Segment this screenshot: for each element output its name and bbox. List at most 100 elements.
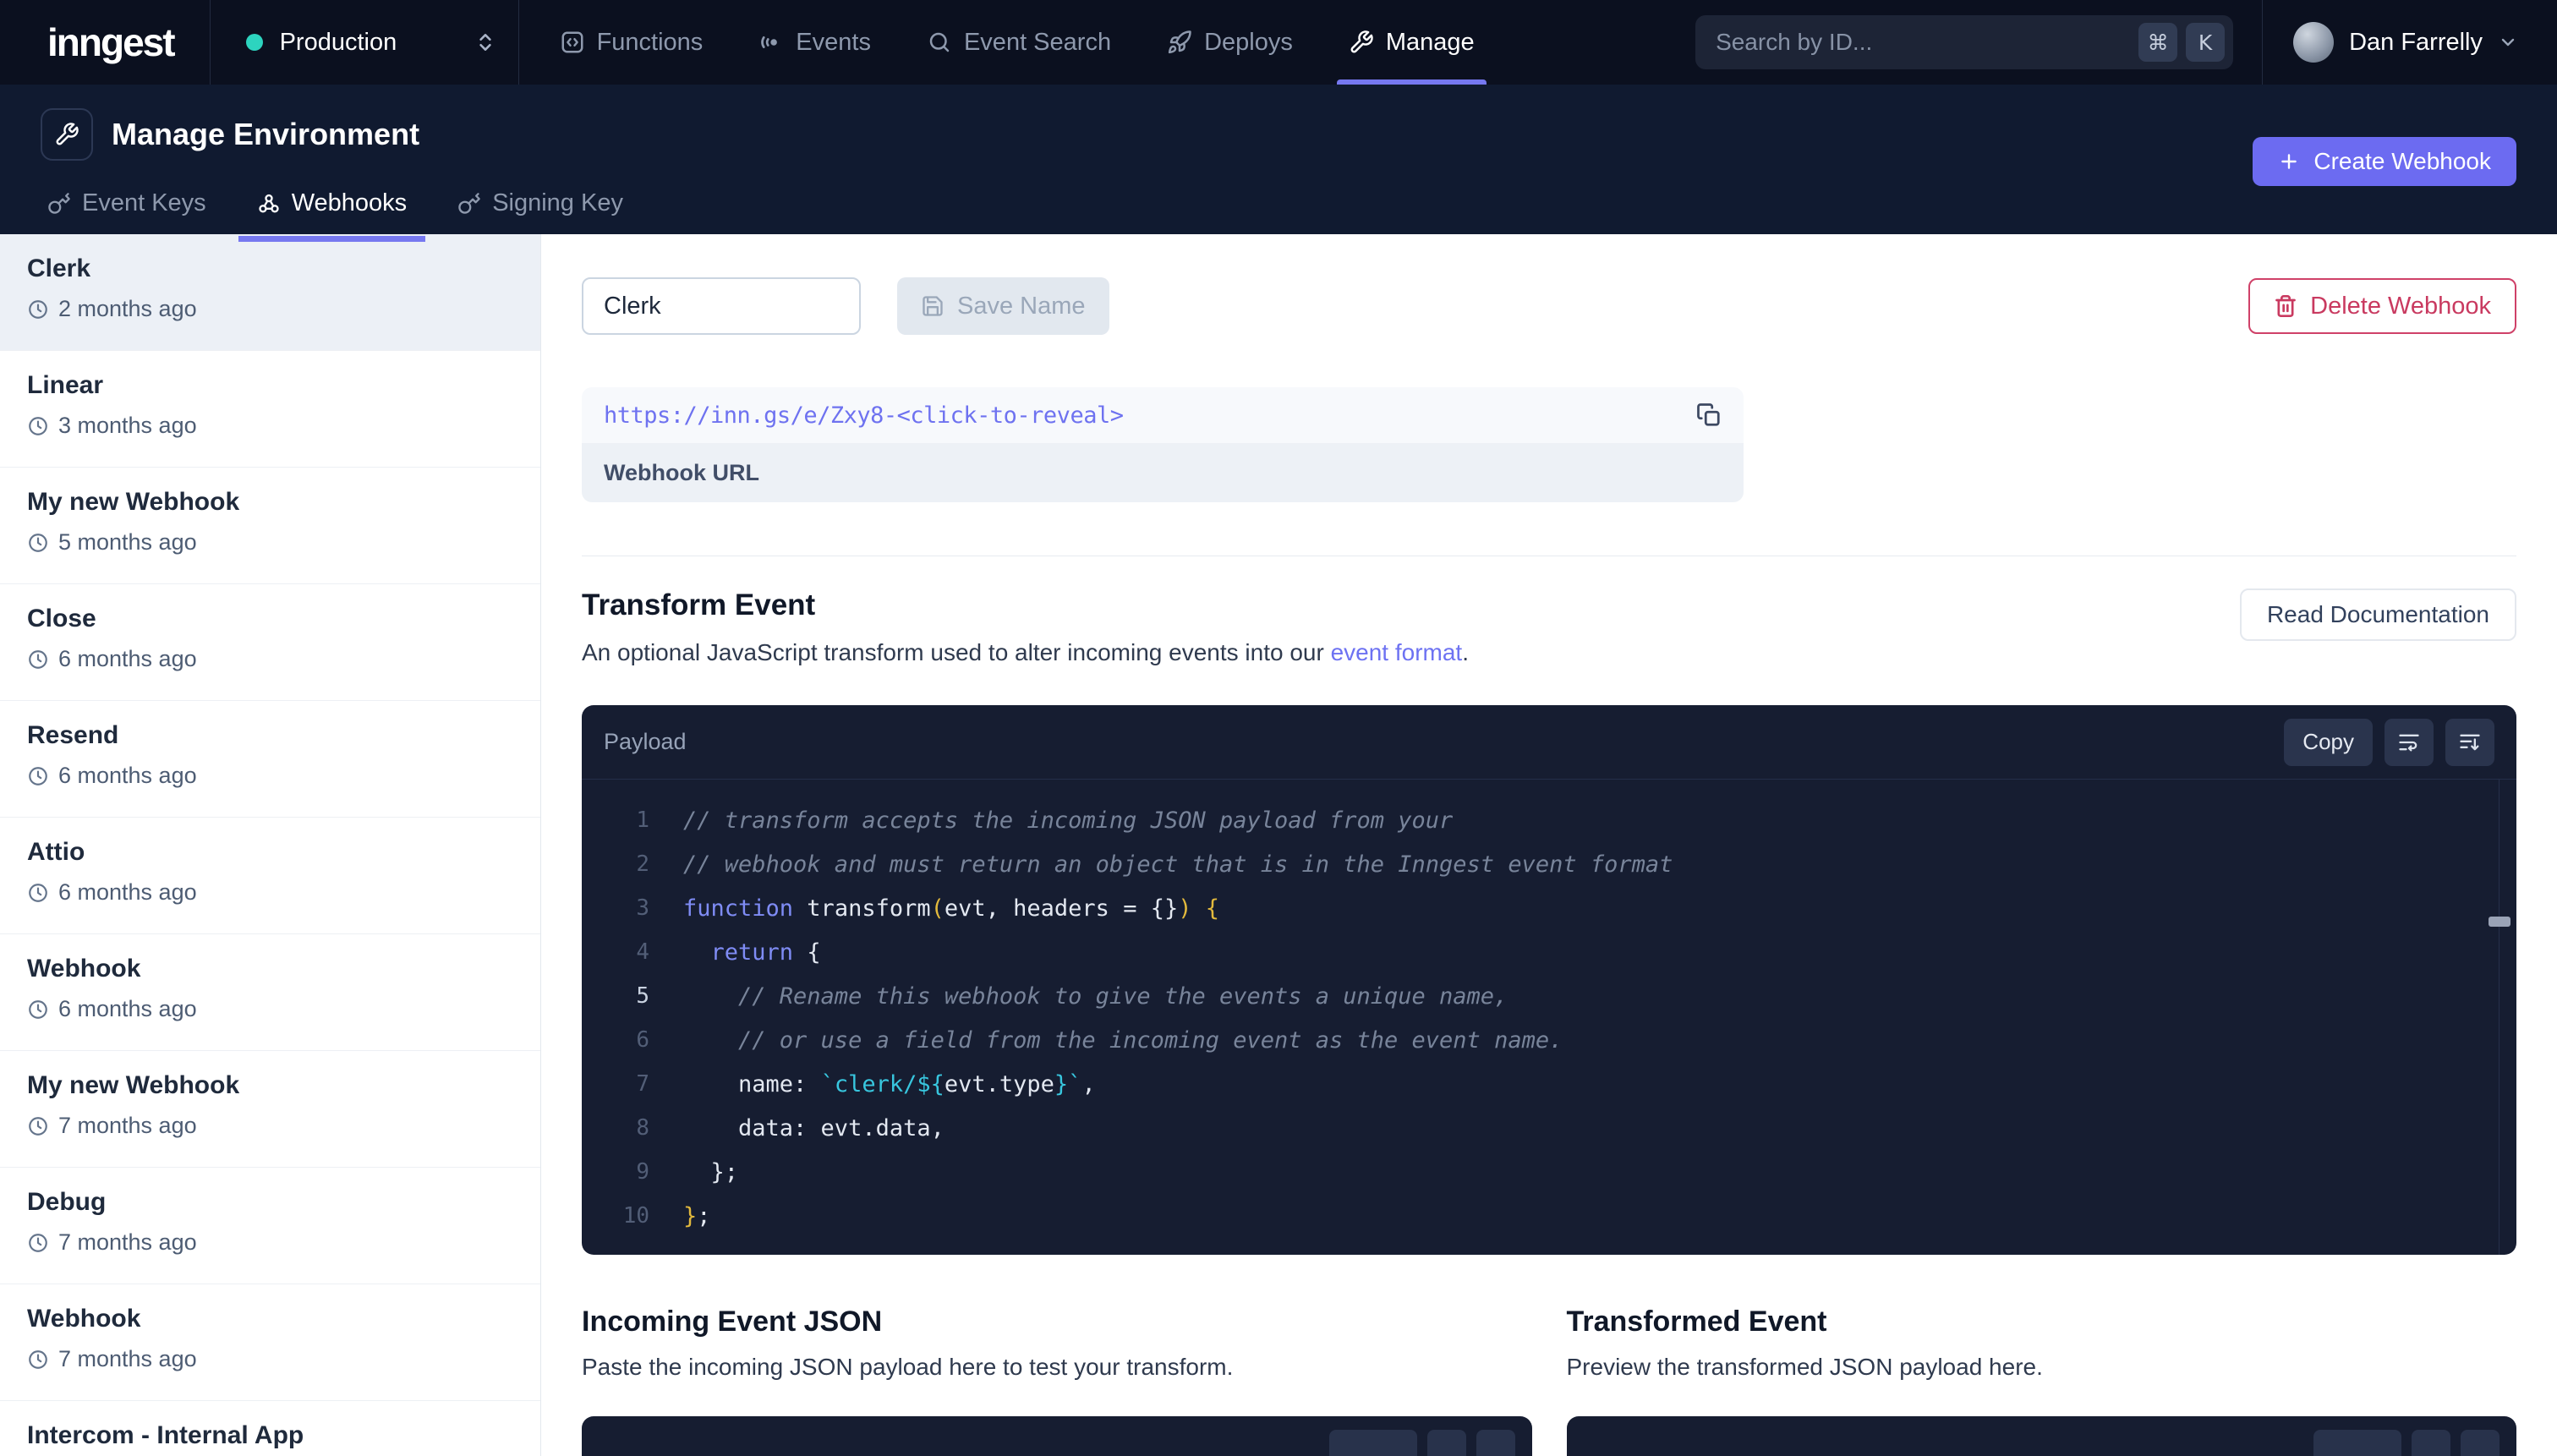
user-name: Dan Farrelly	[2349, 29, 2483, 57]
word-wrap-button[interactable]	[2412, 1430, 2450, 1456]
code-line: 5 // Rename this webhook to give the eve…	[582, 974, 2516, 1018]
webhook-detail: Save Name Delete Webhook https://inn.gs/…	[541, 234, 2557, 1456]
tab-signing-key[interactable]: Signing Key	[439, 183, 642, 242]
word-wrap-button[interactable]	[2385, 719, 2434, 766]
webhook-name-input[interactable]	[582, 277, 861, 335]
nav-item-functions[interactable]: Functions	[560, 0, 704, 85]
plus-icon	[2278, 151, 2300, 172]
scroll-to-bottom-button[interactable]	[2445, 719, 2494, 766]
incoming-event-column: Incoming Event JSON Paste the incoming J…	[582, 1305, 1532, 1456]
webhook-icon	[257, 192, 281, 216]
clock-icon	[27, 882, 49, 904]
clock-icon	[27, 298, 49, 320]
webhook-list-item[interactable]: Clerk2 months ago	[0, 234, 540, 351]
webhook-list-item[interactable]: Webhook 6 months ago	[0, 934, 540, 1051]
transform-code-editor: Payload Copy 1// transform accepts the i…	[582, 705, 2516, 1255]
nav-item-deploys[interactable]: Deploys	[1167, 0, 1293, 85]
nav-divider	[518, 0, 519, 85]
webhook-list-item[interactable]: Close6 months ago	[0, 584, 540, 701]
webhook-list-item[interactable]: Webhook 7 months ago	[0, 1284, 540, 1401]
chevron-updown-icon	[474, 31, 496, 53]
clock-icon	[27, 1349, 49, 1371]
search-input[interactable]	[1716, 29, 2130, 56]
webhook-item-name: Webhook	[27, 1305, 513, 1333]
line-number: 9	[582, 1159, 649, 1185]
code-line: 7 name: `clerk/${evt.type}`,	[582, 1062, 2516, 1106]
webhook-item-updated: 6 months ago	[27, 763, 513, 789]
search-icon	[927, 30, 952, 55]
rocket-icon	[1167, 30, 1192, 55]
webhook-list-item[interactable]: Debug7 months ago	[0, 1168, 540, 1284]
save-icon	[921, 294, 945, 318]
webhook-item-name: Clerk	[27, 255, 513, 283]
line-number: 8	[582, 1115, 649, 1141]
webhook-item-updated: 7 months ago	[27, 1346, 513, 1372]
copy-url-button[interactable]	[1696, 402, 1722, 428]
webhook-item-name: Webhook	[27, 955, 513, 983]
read-documentation-button[interactable]: Read Documentation	[2240, 588, 2516, 641]
webhook-item-updated: 6 months ago	[27, 646, 513, 672]
copy-code-button[interactable]	[2313, 1430, 2401, 1456]
clock-icon	[27, 765, 49, 787]
name-row: Save Name Delete Webhook	[582, 277, 2516, 335]
webhook-list-item[interactable]: Intercom - Internal App	[0, 1401, 540, 1456]
scroll-to-bottom-button[interactable]	[1476, 1430, 1515, 1456]
events-icon	[758, 30, 784, 55]
webhook-list-item[interactable]: Linear3 months ago	[0, 351, 540, 468]
user-menu[interactable]: Dan Farrelly	[2263, 0, 2557, 85]
delete-webhook-button[interactable]: Delete Webhook	[2248, 278, 2516, 334]
webhook-url-label: Webhook URL	[604, 460, 759, 486]
transformed-event-column: Transformed Event Preview the transforme…	[1567, 1305, 2517, 1456]
clock-icon	[27, 1115, 49, 1137]
webhook-url-value[interactable]: https://inn.gs/e/Zxy8-<click-to-reveal>	[604, 402, 1696, 429]
tab-event-keys[interactable]: Event Keys	[41, 183, 225, 242]
transform-title: Transform Event	[582, 588, 1469, 622]
word-wrap-button[interactable]	[1427, 1430, 1466, 1456]
transform-description: An optional JavaScript transform used to…	[582, 639, 1469, 666]
webhook-item-name: Debug	[27, 1188, 513, 1217]
scroll-to-bottom-button[interactable]	[2461, 1430, 2500, 1456]
editor-title: Payload	[604, 729, 687, 755]
webhook-list-item[interactable]: Resend6 months ago	[0, 701, 540, 818]
page-header: Manage Environment Create Webhook Event …	[0, 85, 2557, 234]
incoming-event-title: Incoming Event JSON	[582, 1305, 1532, 1338]
chevron-down-icon	[2498, 32, 2518, 52]
nav-item-manage[interactable]: Manage	[1349, 0, 1475, 85]
incoming-event-description: Paste the incoming JSON payload here to …	[582, 1354, 1532, 1381]
wrap-text-icon	[2397, 731, 2421, 754]
copy-code-button[interactable]	[1329, 1430, 1417, 1456]
code-area[interactable]: 1// transform accepts the incoming JSON …	[582, 780, 2516, 1238]
tab-webhooks[interactable]: Webhooks	[238, 183, 426, 242]
line-number: 5	[582, 983, 649, 1009]
webhook-list-item[interactable]: My new Webhook7 months ago	[0, 1051, 540, 1168]
editor-scrollbar-thumb[interactable]	[2489, 917, 2510, 927]
event-format-link[interactable]: event format	[1331, 639, 1463, 665]
line-number: 4	[582, 939, 649, 965]
inngest-logo[interactable]: inngest	[0, 19, 210, 65]
webhook-item-updated: 6 months ago	[27, 996, 513, 1022]
webhook-list-item[interactable]: My new Webhook 5 months ago	[0, 468, 540, 584]
environment-selector[interactable]: Production	[211, 0, 518, 85]
transformed-event-preview[interactable]	[1567, 1416, 2517, 1456]
global-search[interactable]: ⌘ K	[1695, 15, 2233, 69]
nav-item-event-search[interactable]: Event Search	[927, 0, 1111, 85]
copy-icon	[1696, 402, 1722, 428]
line-number: 2	[582, 851, 649, 877]
key-icon	[47, 192, 71, 216]
webhook-list-item[interactable]: Attio6 months ago	[0, 818, 540, 934]
test-panels: Incoming Event JSON Paste the incoming J…	[582, 1305, 2516, 1456]
webhook-item-updated: 5 months ago	[27, 529, 513, 556]
copy-code-button[interactable]: Copy	[2284, 719, 2373, 766]
clock-icon	[27, 999, 49, 1021]
webhook-item-name: My new Webhook	[27, 488, 513, 517]
incoming-event-editor[interactable]	[582, 1416, 1532, 1456]
webhook-item-updated: 6 months ago	[27, 879, 513, 906]
save-name-button[interactable]: Save Name	[897, 277, 1109, 335]
code-line: 9 };	[582, 1150, 2516, 1194]
env-label: Production	[280, 29, 397, 57]
top-nav: inngest Production Functions Events Even…	[0, 0, 2557, 85]
code-line: 1// transform accepts the incoming JSON …	[582, 798, 2516, 842]
nav-item-events[interactable]: Events	[758, 0, 871, 85]
create-webhook-button[interactable]: Create Webhook	[2253, 137, 2516, 186]
line-number: 7	[582, 1071, 649, 1097]
